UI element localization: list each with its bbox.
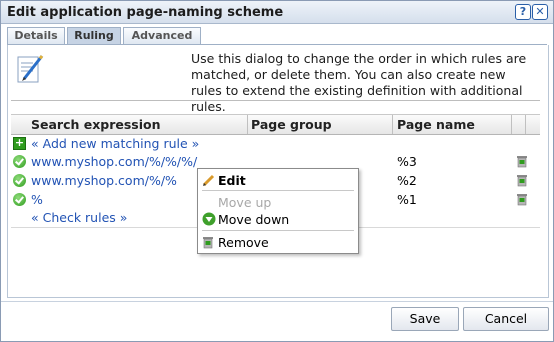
add-new-rule-link[interactable]: « Add new matching rule » (31, 136, 199, 151)
arrow-down-icon (202, 212, 216, 226)
menu-item-label: Edit (218, 173, 246, 188)
search-expression-cell[interactable]: www.myshop.com/%/%/%/ (31, 154, 197, 169)
description-text: Use this dialog to change the order in w… (191, 51, 527, 114)
grid-header: Search expression Page group Page name (11, 114, 540, 135)
check-icon (13, 193, 26, 206)
trash-icon[interactable] (516, 155, 528, 168)
add-icon[interactable]: + (13, 137, 26, 150)
tab-details[interactable]: Details (7, 27, 65, 44)
context-menu: Edit Move up Move down Remove (197, 168, 359, 254)
cancel-button[interactable]: Cancel (463, 307, 549, 331)
trash-icon (203, 237, 213, 249)
column-separator (511, 115, 512, 134)
trash-icon[interactable] (516, 174, 528, 187)
column-separator (392, 115, 393, 134)
menu-divider (202, 230, 354, 231)
help-icon[interactable]: ? (515, 4, 531, 20)
page-name-cell: %1 (397, 192, 417, 207)
search-expression-cell[interactable]: % (31, 192, 43, 207)
add-rule-row: + « Add new matching rule » (11, 135, 540, 153)
check-rules-link[interactable]: « Check rules » (31, 210, 127, 225)
menu-item-label: Move down (218, 212, 290, 227)
menu-item-move-down[interactable]: Move down (198, 210, 358, 228)
column-separator (247, 115, 248, 134)
column-search-expression[interactable]: Search expression (31, 117, 161, 132)
dialog-window: Edit application page-naming scheme ? ✕ … (0, 0, 554, 342)
dialog-title: Edit application page-naming scheme (7, 5, 284, 20)
menu-divider (202, 190, 354, 191)
tab-advanced[interactable]: Advanced (123, 27, 201, 44)
check-icon (13, 155, 26, 168)
pencil-icon (202, 174, 215, 187)
menu-item-edit[interactable]: Edit (198, 171, 358, 189)
close-icon[interactable]: ✕ (532, 4, 548, 20)
check-icon (13, 174, 26, 187)
trash-icon[interactable] (516, 193, 528, 206)
menu-item-label: Move up (218, 195, 272, 210)
menu-item-move-up: Move up (198, 193, 358, 211)
grid-top-divider (11, 100, 540, 101)
column-page-name[interactable]: Page name (397, 117, 475, 132)
edit-document-icon (17, 55, 44, 83)
title-bar: Edit application page-naming scheme ? ✕ (1, 1, 553, 24)
menu-item-label: Remove (218, 235, 269, 250)
save-button[interactable]: Save (391, 307, 459, 331)
menu-item-remove[interactable]: Remove (198, 233, 358, 251)
page-name-cell: %3 (397, 154, 417, 169)
tab-ruling[interactable]: Ruling (67, 27, 121, 45)
column-page-group[interactable]: Page group (251, 117, 332, 132)
column-separator (525, 115, 526, 134)
footer-divider (1, 301, 553, 302)
search-expression-cell[interactable]: www.myshop.com/%/% (31, 173, 177, 188)
page-name-cell: %2 (397, 173, 417, 188)
